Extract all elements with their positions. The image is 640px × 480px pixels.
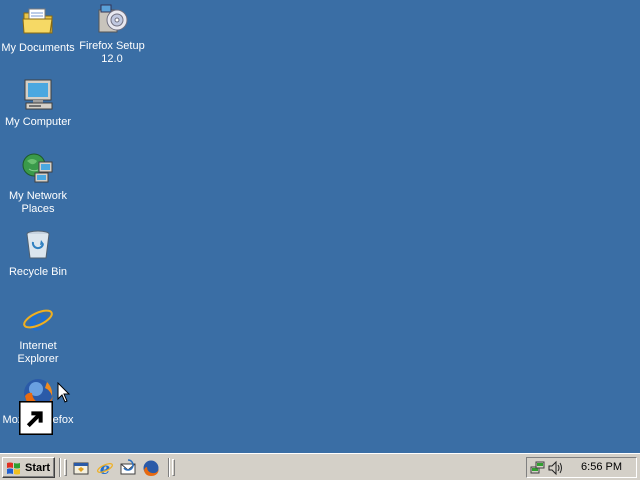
desktop-icon-my-documents[interactable]: My Documents <box>0 4 76 55</box>
internet-explorer-icon: e <box>97 459 113 477</box>
desktop-icon-label: Firefox Setup 12.0 <box>79 40 145 65</box>
start-button[interactable]: Start <box>2 457 55 478</box>
taskbar-clock[interactable]: 6:56 PM <box>581 461 622 473</box>
folder-documents-icon <box>21 4 55 38</box>
desktop-icon-internet-explorer[interactable]: e Internet Explorer <box>0 302 76 366</box>
svg-text:e: e <box>100 459 110 477</box>
quick-launch-grip[interactable] <box>64 459 67 476</box>
desktop[interactable]: My Documents Firefox Setup 12.0 My Compu… <box>0 0 640 453</box>
desktop-icon-firefox-setup[interactable]: Firefox Setup 12.0 <box>74 2 150 66</box>
desktop-icon-recycle-bin[interactable]: Recycle Bin <box>0 228 76 279</box>
quick-launch-internet-explorer[interactable]: e <box>96 459 114 477</box>
show-desktop-icon <box>73 462 89 475</box>
svg-text:e: e <box>28 303 47 336</box>
desktop-icon-my-computer[interactable]: My Computer <box>0 78 76 129</box>
quick-launch-firefox[interactable] <box>142 459 160 477</box>
internet-explorer-icon: e <box>21 302 55 336</box>
quick-launch-show-desktop[interactable] <box>72 459 90 477</box>
desktop-icon-my-network-places[interactable]: My Network Places <box>0 152 76 216</box>
desktop-icon-label: Internet Explorer <box>17 340 59 365</box>
desktop-icon-label: My Computer <box>4 116 72 128</box>
task-area-grip[interactable] <box>172 459 175 476</box>
firefox-icon <box>143 460 159 476</box>
taskbar-separator <box>59 458 61 477</box>
taskbar: Start e 6:56 PM <box>0 453 640 480</box>
recycle-bin-icon <box>21 228 55 262</box>
computer-monitor-icon <box>21 78 55 112</box>
system-tray: 6:56 PM <box>526 457 637 478</box>
desktop-icon-label: My Network Places <box>8 190 68 215</box>
network-connection-icon[interactable] <box>530 460 546 476</box>
shortcut-arrow-icon <box>19 401 53 435</box>
taskbar-separator <box>168 458 170 477</box>
desktop-icon-mozilla-firefox[interactable]: Mozilla Firefox <box>0 376 76 435</box>
installer-package-icon <box>95 2 129 36</box>
volume-icon[interactable] <box>547 460 563 476</box>
desktop-icon-label: Recycle Bin <box>8 266 68 278</box>
desktop-icon-label: My Documents <box>1 42 75 54</box>
quick-launch-outlook-express[interactable] <box>119 459 137 477</box>
outlook-express-icon <box>120 459 136 475</box>
start-label: Start <box>25 461 51 474</box>
windows-logo-icon <box>7 462 20 474</box>
network-places-icon <box>21 152 55 186</box>
firefox-icon <box>19 376 55 435</box>
